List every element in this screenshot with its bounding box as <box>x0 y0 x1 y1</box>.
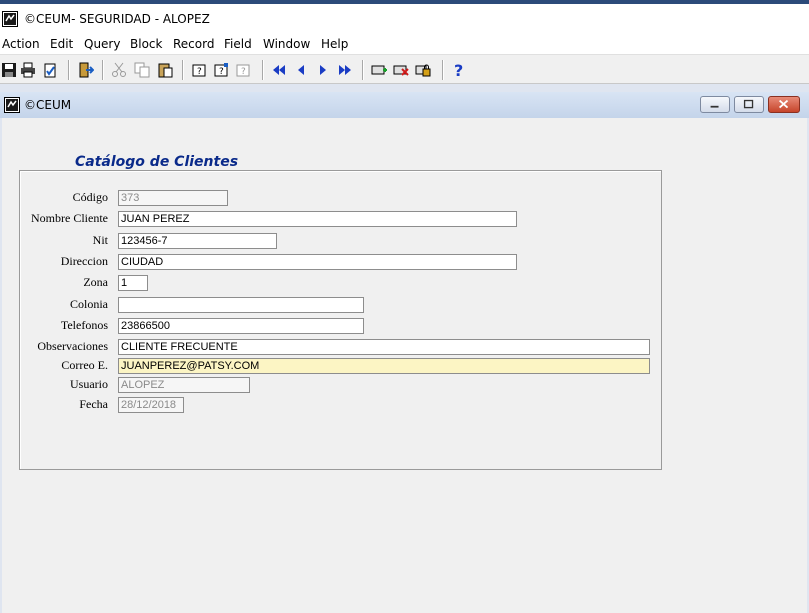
insert-record-icon[interactable] <box>370 61 388 79</box>
child-window-title-bar: ©CEUM <box>0 92 809 118</box>
zona-field[interactable]: 1 <box>118 275 148 291</box>
label-usuario: Usuario <box>70 377 108 391</box>
print-icon[interactable] <box>19 61 37 79</box>
label-zona: Zona <box>83 275 108 289</box>
app-title: ©CEUM- SEGURIDAD - ALOPEZ <box>24 12 210 26</box>
codigo-field[interactable]: 373 <box>118 190 228 206</box>
app-title-bar: ©CEUM- SEGURIDAD - ALOPEZ <box>0 4 809 34</box>
menu-edit[interactable]: Edit <box>50 37 73 51</box>
maximize-icon <box>743 99 754 109</box>
delete-record-icon[interactable] <box>392 61 410 79</box>
first-record-icon[interactable] <box>270 61 288 79</box>
help-icon[interactable]: ? <box>450 61 468 79</box>
last-record-icon[interactable] <box>336 61 354 79</box>
child-window-icon <box>4 97 20 113</box>
label-observaciones: Observaciones <box>37 339 108 353</box>
exit-icon[interactable] <box>77 61 95 79</box>
app-icon <box>2 11 18 27</box>
label-telefonos: Telefonos <box>60 318 108 332</box>
svg-text:?: ? <box>219 67 224 77</box>
lock-record-icon[interactable] <box>414 61 432 79</box>
mdi-workspace: ©CEUM Catálogo de Clientes Código 373 No… <box>0 84 809 613</box>
menu-window[interactable]: Window <box>263 37 310 51</box>
colonia-field[interactable] <box>118 297 364 313</box>
label-codigo: Código <box>72 190 108 204</box>
label-nombre-cliente: Nombre Cliente <box>31 211 108 225</box>
form-canvas: Catálogo de Clientes Código 373 Nombre C… <box>2 118 807 613</box>
copy-icon[interactable] <box>133 61 151 79</box>
label-direccion: Direccion <box>60 254 108 268</box>
cancel-query-icon[interactable]: ? <box>234 61 252 79</box>
fecha-field[interactable]: 28/12/2018 <box>118 397 184 413</box>
telefonos-field[interactable]: 23866500 <box>118 318 364 334</box>
execute-query-icon[interactable]: ? <box>212 61 230 79</box>
maximize-button[interactable] <box>734 96 764 113</box>
usuario-field[interactable]: ALOPEZ <box>118 377 250 393</box>
menu-action[interactable]: Action <box>2 37 40 51</box>
svg-text:?: ? <box>241 67 246 77</box>
menu-query[interactable]: Query <box>84 37 120 51</box>
svg-text:?: ? <box>454 62 463 78</box>
next-record-icon[interactable] <box>314 61 332 79</box>
minimize-icon <box>710 105 719 108</box>
previous-record-icon[interactable] <box>292 61 310 79</box>
minimize-button[interactable] <box>700 96 730 113</box>
label-correo: Correo E. <box>61 358 108 372</box>
clipboard-check-icon[interactable] <box>41 61 59 79</box>
observaciones-field[interactable]: CLIENTE FRECUENTE <box>118 339 650 355</box>
menu-record[interactable]: Record <box>173 37 214 51</box>
menu-help[interactable]: Help <box>321 37 348 51</box>
child-window-title: ©CEUM <box>24 98 72 112</box>
label-fecha: Fecha <box>79 397 108 411</box>
svg-text:?: ? <box>197 67 202 77</box>
menu-block[interactable]: Block <box>130 37 162 51</box>
menu-bar: Action Edit Query Block Record Field Win… <box>0 34 809 54</box>
save-icon[interactable] <box>0 61 18 79</box>
paste-icon[interactable] <box>156 61 174 79</box>
close-icon <box>779 99 789 109</box>
direccion-field[interactable]: CIUDAD <box>118 254 517 270</box>
toolbar: ? ? ? ? <box>0 54 809 84</box>
cut-icon[interactable] <box>110 61 128 79</box>
label-colonia: Colonia <box>70 297 108 311</box>
nit-field[interactable]: 123456-7 <box>118 233 277 249</box>
enter-query-icon[interactable]: ? <box>190 61 208 79</box>
form-heading: Catálogo de Clientes <box>75 154 239 170</box>
nombre-cliente-field[interactable]: JUAN PEREZ <box>118 211 517 227</box>
close-button[interactable] <box>768 96 800 113</box>
label-nit: Nit <box>92 233 108 247</box>
correo-field[interactable]: JUANPEREZ@PATSY.COM <box>118 358 650 374</box>
menu-field[interactable]: Field <box>224 37 252 51</box>
